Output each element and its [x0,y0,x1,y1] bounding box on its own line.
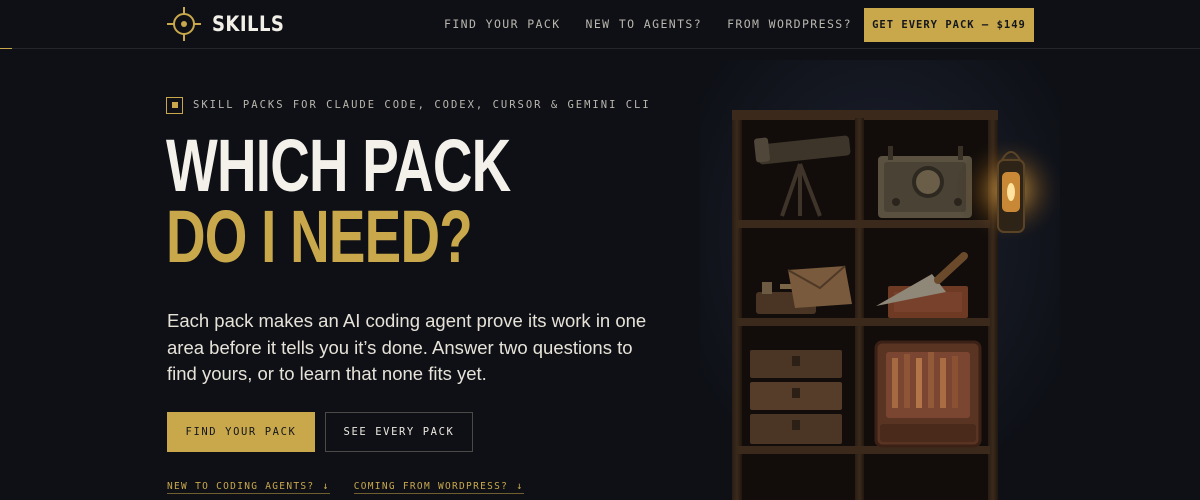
header-divider [0,48,1200,49]
headline-line-1: WHICH PACK [166,124,511,207]
page: SKILLS FIND YOUR PACK NEW TO AGENTS? FRO… [0,0,1200,500]
new-to-coding-agents-link[interactable]: NEW TO CODING AGENTS? ↓ [167,481,330,494]
hero-description: Each pack makes an AI coding agent prove… [167,310,647,384]
coming-from-wordpress-link[interactable]: COMING FROM WORDPRESS? ↓ [353,481,524,494]
shelf-of-tools-illustration [700,60,1060,500]
nav-from-wordpress[interactable]: FROM WORDPRESS? [727,17,852,31]
brand-name: SKILLS [212,12,285,36]
arrow-down-icon: ↓ [322,481,330,492]
square-bullet-icon [166,96,183,114]
site-header: SKILLS FIND YOUR PACK NEW TO AGENTS? FRO… [0,0,1200,50]
sublink-label: NEW TO CODING AGENTS? [167,481,315,492]
arrow-down-icon: ↓ [516,481,524,492]
headline-line-2: DO I NEED? [166,195,473,278]
see-every-pack-button[interactable]: SEE EVERY PACK [325,412,473,452]
nav-find-your-pack[interactable]: FIND YOUR PACK [444,17,561,31]
eyebrow: SKILL PACKS FOR CLAUDE CODE, CODEX, CURS… [166,96,651,114]
main-nav: FIND YOUR PACK NEW TO AGENTS? FROM WORDP… [444,17,877,31]
eyebrow-text: SKILL PACKS FOR CLAUDE CODE, CODEX, CURS… [193,99,651,111]
get-every-pack-button[interactable]: GET EVERY PACK — $149 [864,8,1034,42]
nav-new-to-agents[interactable]: NEW TO AGENTS? [586,17,703,31]
logo-link[interactable]: SKILLS [166,6,296,42]
crosshair-icon [167,7,201,41]
secondary-links: NEW TO CODING AGENTS? ↓ COMING FROM WORD… [167,481,548,494]
page-title: WHICH PACK DO I NEED? [166,124,511,278]
sublink-label: COMING FROM WORDPRESS? [353,481,509,492]
find-your-pack-button[interactable]: FIND YOUR PACK [167,412,315,452]
